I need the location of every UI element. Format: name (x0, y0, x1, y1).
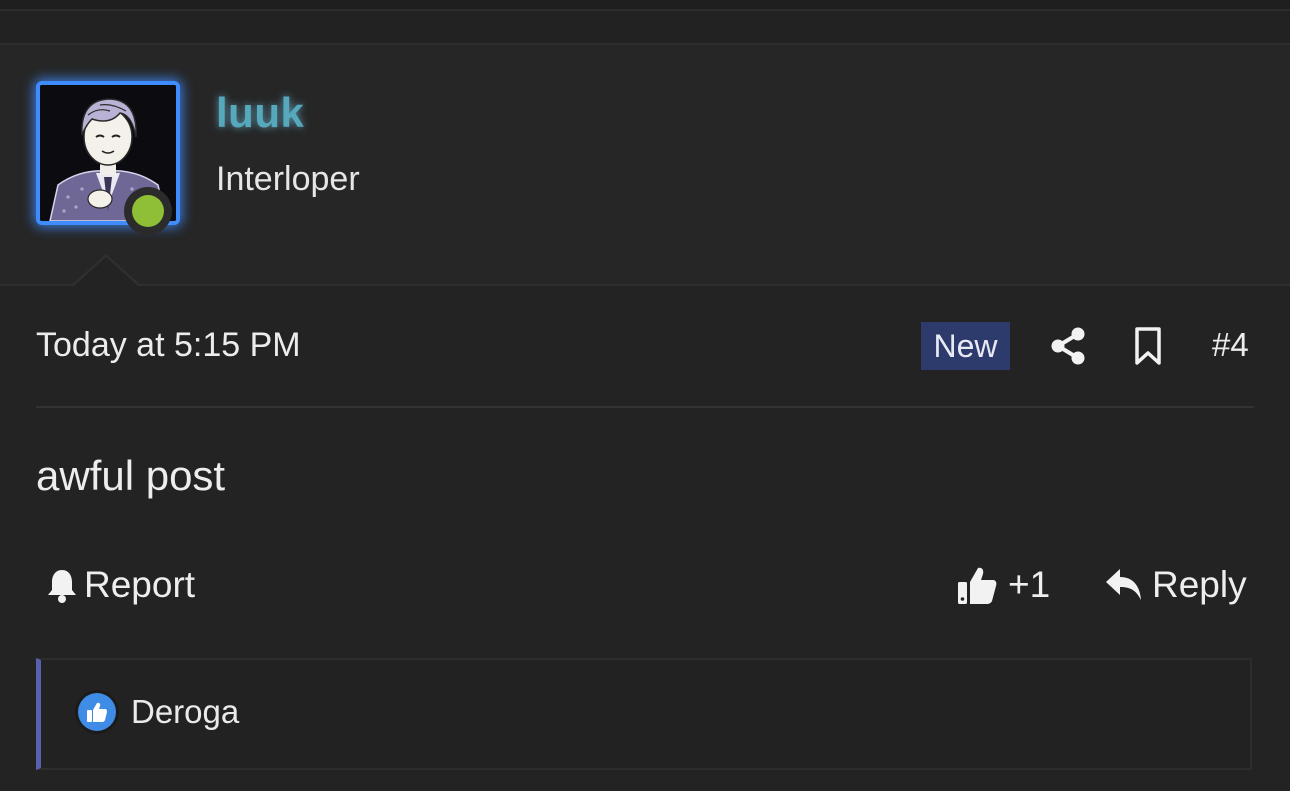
like-button[interactable]: +1 (956, 562, 1050, 608)
bell-icon (48, 570, 76, 603)
header-gap (0, 11, 1290, 45)
post-meta-row: Today at 5:15 PM New #4 (36, 320, 1254, 372)
meta-divider (36, 406, 1254, 408)
reaction-entry[interactable]: Deroga (75, 690, 239, 734)
forum-post-page: luuk Interloper Today at 5:15 PM New #4 … (0, 0, 1290, 791)
new-badge: New (921, 322, 1010, 370)
user-block-pointer-inner (73, 257, 139, 287)
share-icon[interactable] (1050, 326, 1086, 366)
thumbs-up-icon (958, 567, 997, 604)
reactions-bar[interactable]: Deroga (36, 658, 1252, 770)
reaction-like-icon (75, 690, 119, 734)
like-count: +1 (1008, 564, 1051, 605)
post-body-text: awful post (36, 452, 226, 499)
reply-arrow-icon (1106, 569, 1141, 600)
reaction-user-name[interactable]: Deroga (131, 693, 239, 731)
online-status-indicator (124, 187, 172, 235)
avatar-wrap[interactable] (36, 81, 180, 235)
online-dot (132, 195, 164, 227)
user-title: Interloper (216, 160, 360, 198)
post-number-link[interactable]: #4 (1212, 326, 1249, 364)
reply-label: Reply (1152, 564, 1247, 605)
report-button[interactable]: Report (46, 562, 195, 608)
bookmark-icon[interactable] (1133, 326, 1163, 366)
report-label: Report (84, 564, 196, 605)
post-timestamp[interactable]: Today at 5:15 PM (36, 326, 301, 365)
post-user-block: luuk Interloper (0, 45, 1290, 286)
top-strip (0, 0, 1290, 11)
username-link[interactable]: luuk (216, 89, 304, 137)
post-actions-row: Report +1 Reply (36, 558, 1254, 612)
reply-button[interactable]: Reply (1104, 562, 1247, 608)
